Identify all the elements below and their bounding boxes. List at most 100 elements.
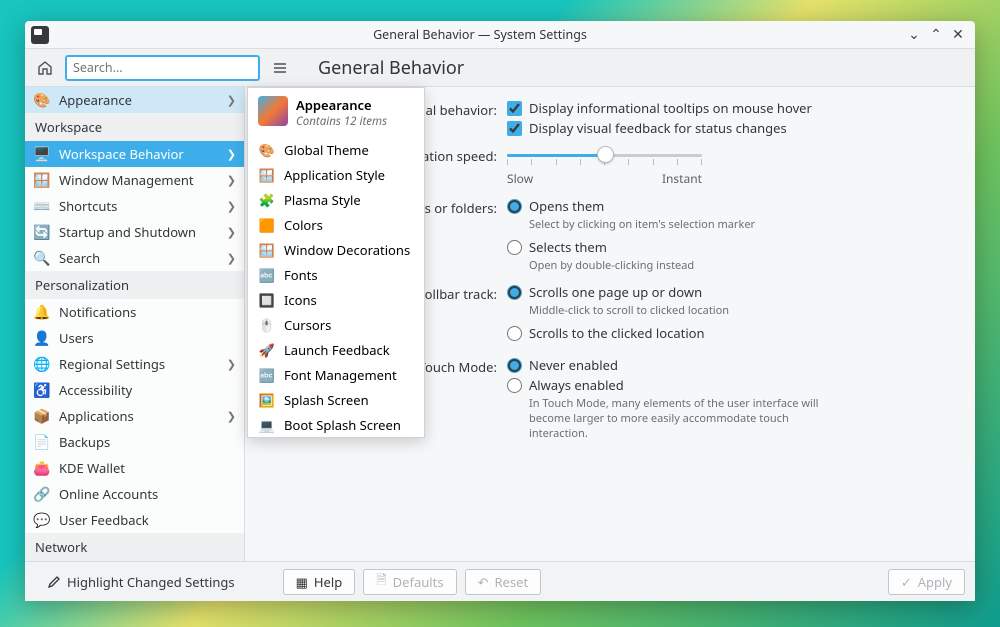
sidebar-icon: 📄 xyxy=(33,433,51,451)
sidebar-item-kde-wallet[interactable]: 👛 KDE Wallet xyxy=(25,455,244,481)
sidebar[interactable]: 🎨 Appearance ❯Workspace🖥️ Workspace Beha… xyxy=(25,87,245,561)
feedback-checkbox-row[interactable]: Display visual feedback for status chang… xyxy=(507,119,953,137)
chevron-right-icon: ❯ xyxy=(227,173,236,188)
sidebar-icon: 🖥️ xyxy=(33,145,51,163)
popup-item-icons[interactable]: 🔲Icons xyxy=(248,287,424,312)
scroll-to-radio-row[interactable]: Scrolls to the clicked location xyxy=(507,324,953,342)
undo-icon: ↶ xyxy=(478,573,489,591)
popup-item-icon: 🪟 xyxy=(258,166,276,184)
home-icon xyxy=(37,60,53,76)
touch-always-radio[interactable] xyxy=(507,378,522,393)
popup-item-icon: 🚀 xyxy=(258,341,276,359)
popup-item-icon: 🎨 xyxy=(258,141,276,159)
help-button[interactable]: ▦ Help xyxy=(283,569,356,595)
popup-item-fonts[interactable]: 🔤Fonts xyxy=(248,262,424,287)
tooltip-checkbox[interactable] xyxy=(507,101,522,116)
popup-item-icon: 🧩 xyxy=(258,191,276,209)
sidebar-item-search[interactable]: 🔍 Search ❯ xyxy=(25,245,244,271)
popup-item-icon: 🖼️ xyxy=(258,391,276,409)
popup-item-application-style[interactable]: 🪟Application Style xyxy=(248,162,424,187)
selects-hint: Open by double-clicking instead xyxy=(529,258,953,273)
sidebar-item-label: Backups xyxy=(59,433,110,451)
reset-button[interactable]: ↶ Reset xyxy=(465,569,542,595)
popup-item-font-management[interactable]: 🔤Font Management xyxy=(248,362,424,387)
sidebar-icon: 👛 xyxy=(33,459,51,477)
check-icon: ✓ xyxy=(901,573,912,591)
sidebar-item-label: Shortcuts xyxy=(59,197,117,215)
sidebar-item-label: Notifications xyxy=(59,303,136,321)
popup-subtitle: Contains 12 items xyxy=(296,114,387,129)
sidebar-item-workspace-behavior[interactable]: 🖥️ Workspace Behavior ❯ xyxy=(25,141,244,167)
sidebar-item-startup-and-shutdown[interactable]: 🔄 Startup and Shutdown ❯ xyxy=(25,219,244,245)
popup-item-splash-screen[interactable]: 🖼️Splash Screen xyxy=(248,387,424,412)
scroll-page-radio-row[interactable]: Scrolls one page up or down xyxy=(507,283,953,301)
popup-item-plasma-style[interactable]: 🧩Plasma Style xyxy=(248,187,424,212)
touch-never-row[interactable]: Never enabled xyxy=(507,356,953,374)
popup-item-icon: 🔤 xyxy=(258,366,276,384)
selects-radio[interactable] xyxy=(507,240,522,255)
sidebar-item-users[interactable]: 👤 Users xyxy=(25,325,244,351)
popup-item-boot-splash-screen[interactable]: 💻Boot Splash Screen xyxy=(248,412,424,437)
popup-item-cursors[interactable]: 🖱️Cursors xyxy=(248,312,424,337)
sidebar-item-applications[interactable]: 📦 Applications ❯ xyxy=(25,403,244,429)
sidebar-item-label: Accessibility xyxy=(59,381,132,399)
help-icon: ▦ xyxy=(296,573,308,591)
feedback-checkbox[interactable] xyxy=(507,121,522,136)
touch-always-row[interactable]: Always enabled xyxy=(507,376,953,394)
sidebar-item-appearance[interactable]: 🎨 Appearance ❯ xyxy=(25,87,244,113)
appearance-popup: Appearance Contains 12 items 🎨Global The… xyxy=(247,87,425,438)
sidebar-section-personalization: Personalization xyxy=(25,271,244,299)
sidebar-icon: 🔍 xyxy=(33,249,51,267)
maximize-icon[interactable]: ⌃ xyxy=(925,25,947,44)
popup-item-icon: 🪟 xyxy=(258,241,276,259)
touch-never-radio[interactable] xyxy=(507,358,522,373)
tooltip-checkbox-row[interactable]: Display informational tooltips on mouse … xyxy=(507,99,953,117)
sidebar-section-workspace: Workspace xyxy=(25,113,244,141)
popup-item-icon: 🔲 xyxy=(258,291,276,309)
sidebar-icon: 🔗 xyxy=(33,485,51,503)
sidebar-item-backups[interactable]: 📄 Backups xyxy=(25,429,244,455)
defaults-button[interactable]: 🗎 Defaults xyxy=(363,569,456,595)
app-icon xyxy=(31,26,49,44)
sidebar-item-user-feedback[interactable]: 💬 User Feedback xyxy=(25,507,244,533)
scroll-page-radio[interactable] xyxy=(507,285,522,300)
menu-button[interactable] xyxy=(266,54,294,82)
footer: Highlight Changed Settings ▦ Help 🗎 Defa… xyxy=(25,561,975,601)
sidebar-icon: 🔔 xyxy=(33,303,51,321)
sidebar-icon: 🔄 xyxy=(33,223,51,241)
minimize-icon[interactable]: ⌄ xyxy=(903,25,925,44)
sidebar-item-online-accounts[interactable]: 🔗 Online Accounts xyxy=(25,481,244,507)
popup-item-launch-feedback[interactable]: 🚀Launch Feedback xyxy=(248,337,424,362)
chevron-right-icon: ❯ xyxy=(227,251,236,266)
home-button[interactable] xyxy=(31,54,59,82)
sidebar-item-label: Regional Settings xyxy=(59,355,165,373)
highlight-changed-button[interactable]: Highlight Changed Settings xyxy=(35,569,247,595)
scroll-to-radio[interactable] xyxy=(507,326,522,341)
popup-item-colors[interactable]: 🟧Colors xyxy=(248,212,424,237)
window-title: General Behavior — System Settings xyxy=(57,26,903,43)
popup-item-window-decorations[interactable]: 🪟Window Decorations xyxy=(248,237,424,262)
animation-slider[interactable] xyxy=(507,145,702,165)
apply-button[interactable]: ✓ Apply xyxy=(888,569,965,595)
sidebar-item-accessibility[interactable]: ♿ Accessibility xyxy=(25,377,244,403)
opens-hint: Select by clicking on item's selection m… xyxy=(529,217,953,232)
selects-radio-row[interactable]: Selects them xyxy=(507,238,953,256)
close-icon[interactable]: ✕ xyxy=(947,25,969,44)
sidebar-item-shortcuts[interactable]: ⌨️ Shortcuts ❯ xyxy=(25,193,244,219)
chevron-right-icon: ❯ xyxy=(227,93,236,108)
sidebar-item-label: Workspace Behavior xyxy=(59,145,184,163)
opens-radio-row[interactable]: Opens them xyxy=(507,197,953,215)
settings-window: General Behavior — System Settings ⌄ ⌃ ✕… xyxy=(25,21,975,601)
opens-radio[interactable] xyxy=(507,199,522,214)
sidebar-icon: 🌐 xyxy=(33,355,51,373)
sidebar-item-window-management[interactable]: 🪟 Window Management ❯ xyxy=(25,167,244,193)
sidebar-item-label: Window Management xyxy=(59,171,194,189)
search-input[interactable] xyxy=(65,55,260,81)
chevron-right-icon: ❯ xyxy=(227,147,236,162)
touch-hint: In Touch Mode, many elements of the user… xyxy=(529,396,849,441)
sidebar-icon: ⌨️ xyxy=(33,197,51,215)
sidebar-item-regional-settings[interactable]: 🌐 Regional Settings ❯ xyxy=(25,351,244,377)
sidebar-item-notifications[interactable]: 🔔 Notifications xyxy=(25,299,244,325)
popup-item-global-theme[interactable]: 🎨Global Theme xyxy=(248,137,424,162)
hamburger-icon xyxy=(272,60,288,76)
